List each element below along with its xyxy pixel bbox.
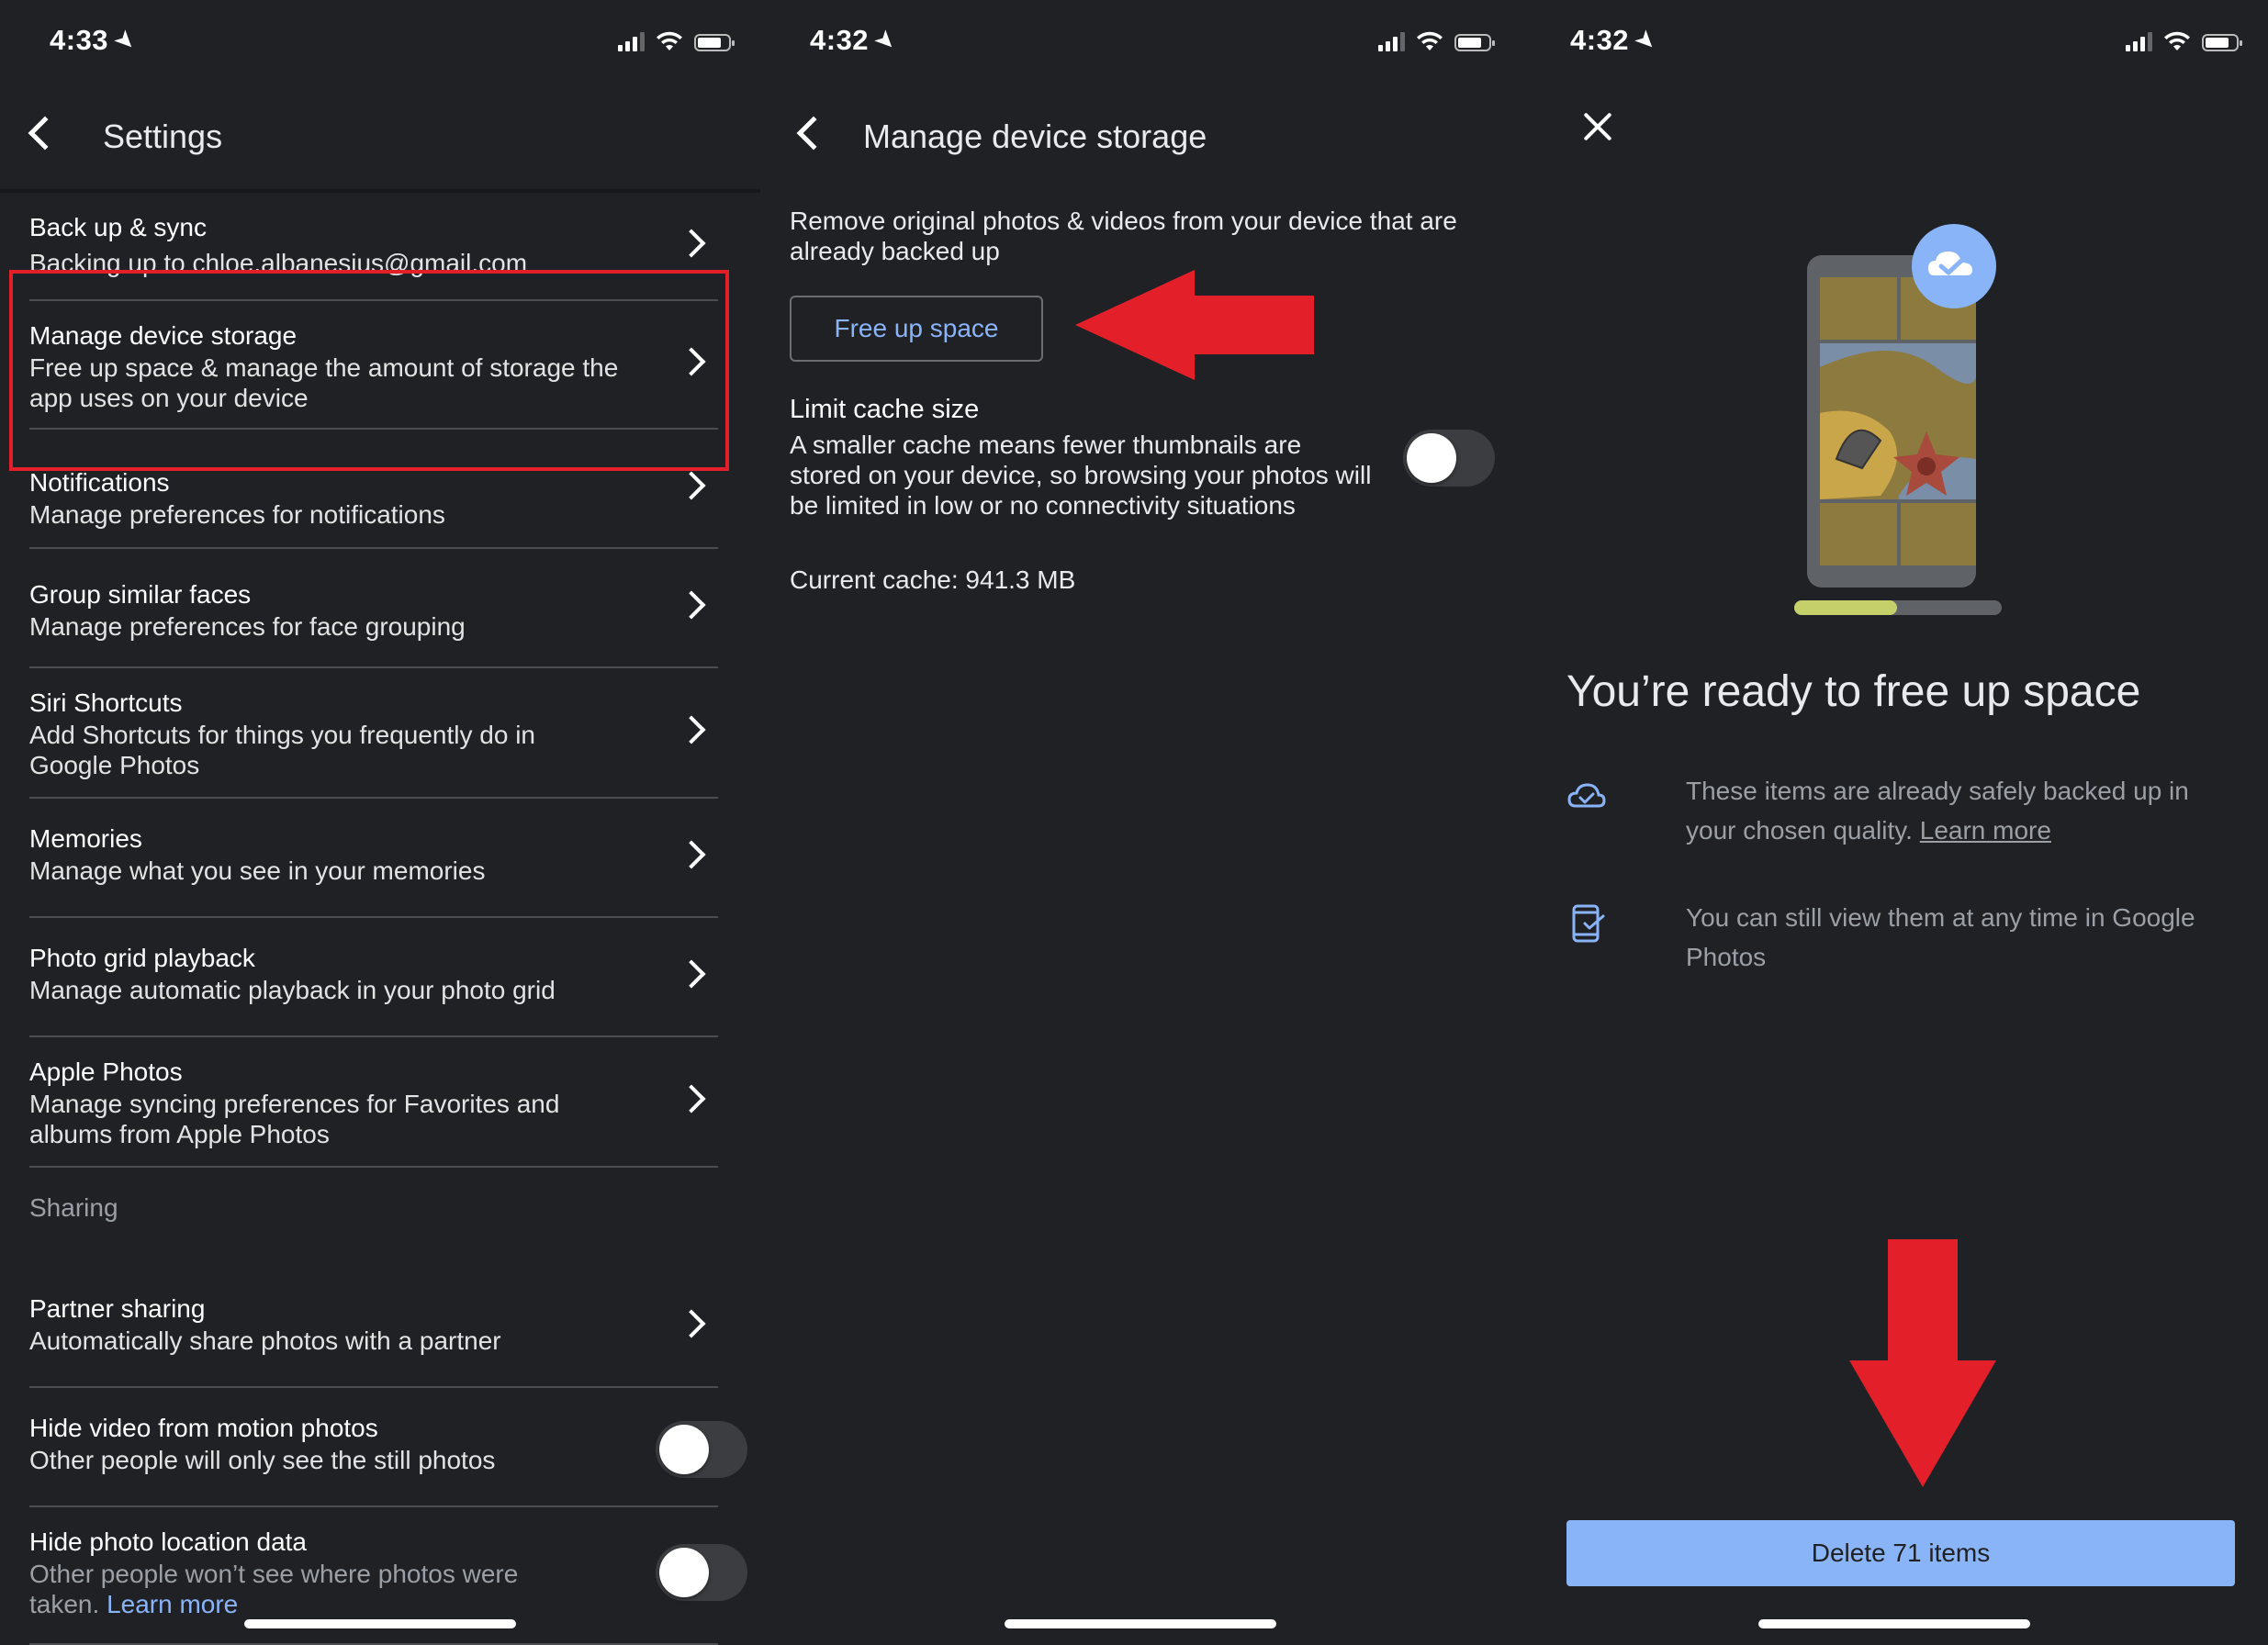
battery-icon	[2202, 34, 2242, 51]
cache-description: A smaller cache means fewer thumbnails a…	[790, 431, 1372, 520]
info-text: You can still view them at any time in G…	[1686, 903, 2195, 971]
delete-items-button[interactable]: Delete 71 items	[1566, 1520, 2235, 1586]
item-title: Siri Shortcuts	[29, 688, 183, 717]
settings-item-notifications[interactable]: Notifications Manage preferences for not…	[29, 430, 718, 549]
phone-backup-illustration	[1794, 224, 2002, 615]
settings-item-partner-sharing[interactable]: Partner sharing Automatically share phot…	[29, 1267, 718, 1388]
toggle-knob	[659, 1548, 709, 1597]
home-indicator	[1005, 1619, 1276, 1628]
info-text: These items are already safely backed up…	[1686, 777, 2189, 845]
item-title: Manage device storage	[29, 321, 298, 350]
settings-screen: 4:33➤ Settings Back up & sync Backing up…	[0, 0, 760, 1645]
section-header-sharing: Sharing	[29, 1168, 718, 1267]
toggle-knob	[659, 1425, 709, 1474]
item-title: Apple Photos	[29, 1058, 183, 1086]
item-subtitle: Other people won’t see where photos were…	[29, 1560, 519, 1618]
storage-header: Manage device storage	[760, 108, 1521, 191]
settings-item-group-faces[interactable]: Group similar faces Manage preferences f…	[29, 549, 718, 668]
location-arrow-icon: ➤	[1630, 25, 1662, 57]
page-title: Settings	[103, 118, 223, 155]
settings-item-apple-photos[interactable]: Apple Photos Manage syncing preferences …	[29, 1037, 718, 1168]
wifi-icon	[1417, 31, 1443, 50]
status-time: 4:32➤	[1570, 24, 1662, 57]
settings-item-memories[interactable]: Memories Manage what you see in your mem…	[29, 799, 718, 918]
info-row-still-view: You can still view them at any time in G…	[1566, 898, 2246, 990]
item-title: Notifications	[29, 468, 170, 497]
battery-icon	[1454, 34, 1495, 51]
settings-header: Settings	[0, 108, 760, 191]
free-up-space-button[interactable]: Free up space	[790, 296, 1043, 362]
item-subtitle: Manage automatic playback in your photo …	[29, 976, 556, 1004]
toggle-knob	[1407, 433, 1456, 483]
settings-item-manage-storage[interactable]: Manage device storage Free up space & ma…	[29, 301, 718, 430]
status-icons	[1378, 31, 1495, 51]
location-arrow-icon: ➤	[870, 25, 902, 57]
chevron-right-icon	[677, 1084, 706, 1113]
annotation-arrow-left	[1075, 270, 1314, 380]
settings-item-siri-shortcuts[interactable]: Siri Shortcuts Add Shortcuts for things …	[29, 668, 718, 799]
item-subtitle: Manage preferences for notifications	[29, 500, 445, 529]
cloud-check-icon	[1567, 783, 1606, 808]
home-indicator	[1758, 1619, 2030, 1628]
status-icons	[618, 31, 735, 51]
status-time: 4:33➤	[50, 24, 141, 57]
annotation-arrow-down	[1849, 1239, 1996, 1487]
ready-title: You’re ready to free up space	[1566, 667, 2141, 716]
item-subtitle: Other people will only see the still pho…	[29, 1446, 496, 1474]
back-chevron-icon[interactable]	[796, 116, 831, 151]
status-time: 4:32➤	[810, 24, 902, 57]
item-subtitle: Add Shortcuts for things you frequently …	[29, 721, 535, 779]
item-title: Group similar faces	[29, 580, 252, 609]
limit-cache-toggle[interactable]	[1403, 430, 1495, 487]
section-label: Sharing	[29, 1193, 118, 1222]
item-title: Hide photo location data	[29, 1528, 307, 1556]
learn-more-link[interactable]: Learn more	[107, 1590, 238, 1618]
item-subtitle: Backing up to chloe.albanesius@gmail.com	[29, 249, 528, 277]
wifi-icon	[2164, 31, 2190, 50]
item-title: Hide video from motion photos	[29, 1414, 378, 1442]
battery-icon	[694, 34, 735, 51]
item-subtitle: Free up space & manage the amount of sto…	[29, 353, 619, 412]
item-subtitle: Manage what you see in your memories	[29, 856, 486, 885]
item-subtitle: Automatically share photos with a partne…	[29, 1326, 501, 1355]
item-subtitle: Manage preferences for face grouping	[29, 612, 466, 641]
cellular-signal-icon	[2126, 31, 2152, 51]
settings-item-photo-grid-playback[interactable]: Photo grid playback Manage automatic pla…	[29, 918, 718, 1037]
wifi-icon	[657, 31, 682, 50]
hide-location-toggle[interactable]	[656, 1544, 747, 1601]
home-indicator	[244, 1619, 516, 1628]
info-row-backed-up: These items are already safely backed up…	[1566, 771, 2246, 863]
location-arrow-icon: ➤	[109, 25, 141, 57]
close-icon[interactable]	[1579, 108, 1616, 145]
hide-motion-video-toggle[interactable]	[656, 1421, 747, 1478]
item-title: Memories	[29, 824, 142, 853]
settings-item-backup-sync[interactable]: Back up & sync Backing up to chloe.alban…	[29, 193, 718, 301]
item-title: Partner sharing	[29, 1294, 206, 1323]
manage-storage-screen: 4:32➤ Manage device storage Remove origi…	[760, 0, 1521, 1645]
page-title: Manage device storage	[863, 118, 1207, 155]
item-subtitle: Manage syncing preferences for Favorites…	[29, 1090, 560, 1148]
settings-list: Back up & sync Backing up to chloe.alban…	[29, 193, 747, 1645]
storage-description: Remove original photos & videos from you…	[790, 207, 1457, 265]
item-title: Back up & sync	[29, 213, 207, 241]
learn-more-link[interactable]: Learn more	[1920, 816, 2051, 845]
cellular-signal-icon	[1378, 31, 1405, 51]
back-chevron-icon[interactable]	[28, 116, 62, 151]
chevron-right-icon	[677, 715, 706, 744]
cache-title: Limit cache size	[790, 395, 980, 424]
free-up-space-screen: 4:32➤ You’re ready to free up space Thes…	[1521, 0, 2268, 1645]
phone-check-icon	[1572, 904, 1605, 943]
cellular-signal-icon	[618, 31, 645, 51]
current-cache-size: Current cache: 941.3 MB	[790, 565, 1076, 594]
settings-item-hide-motion-video: Hide video from motion photos Other peop…	[29, 1388, 747, 1507]
status-icons	[2126, 31, 2242, 51]
item-title: Photo grid playback	[29, 944, 255, 972]
